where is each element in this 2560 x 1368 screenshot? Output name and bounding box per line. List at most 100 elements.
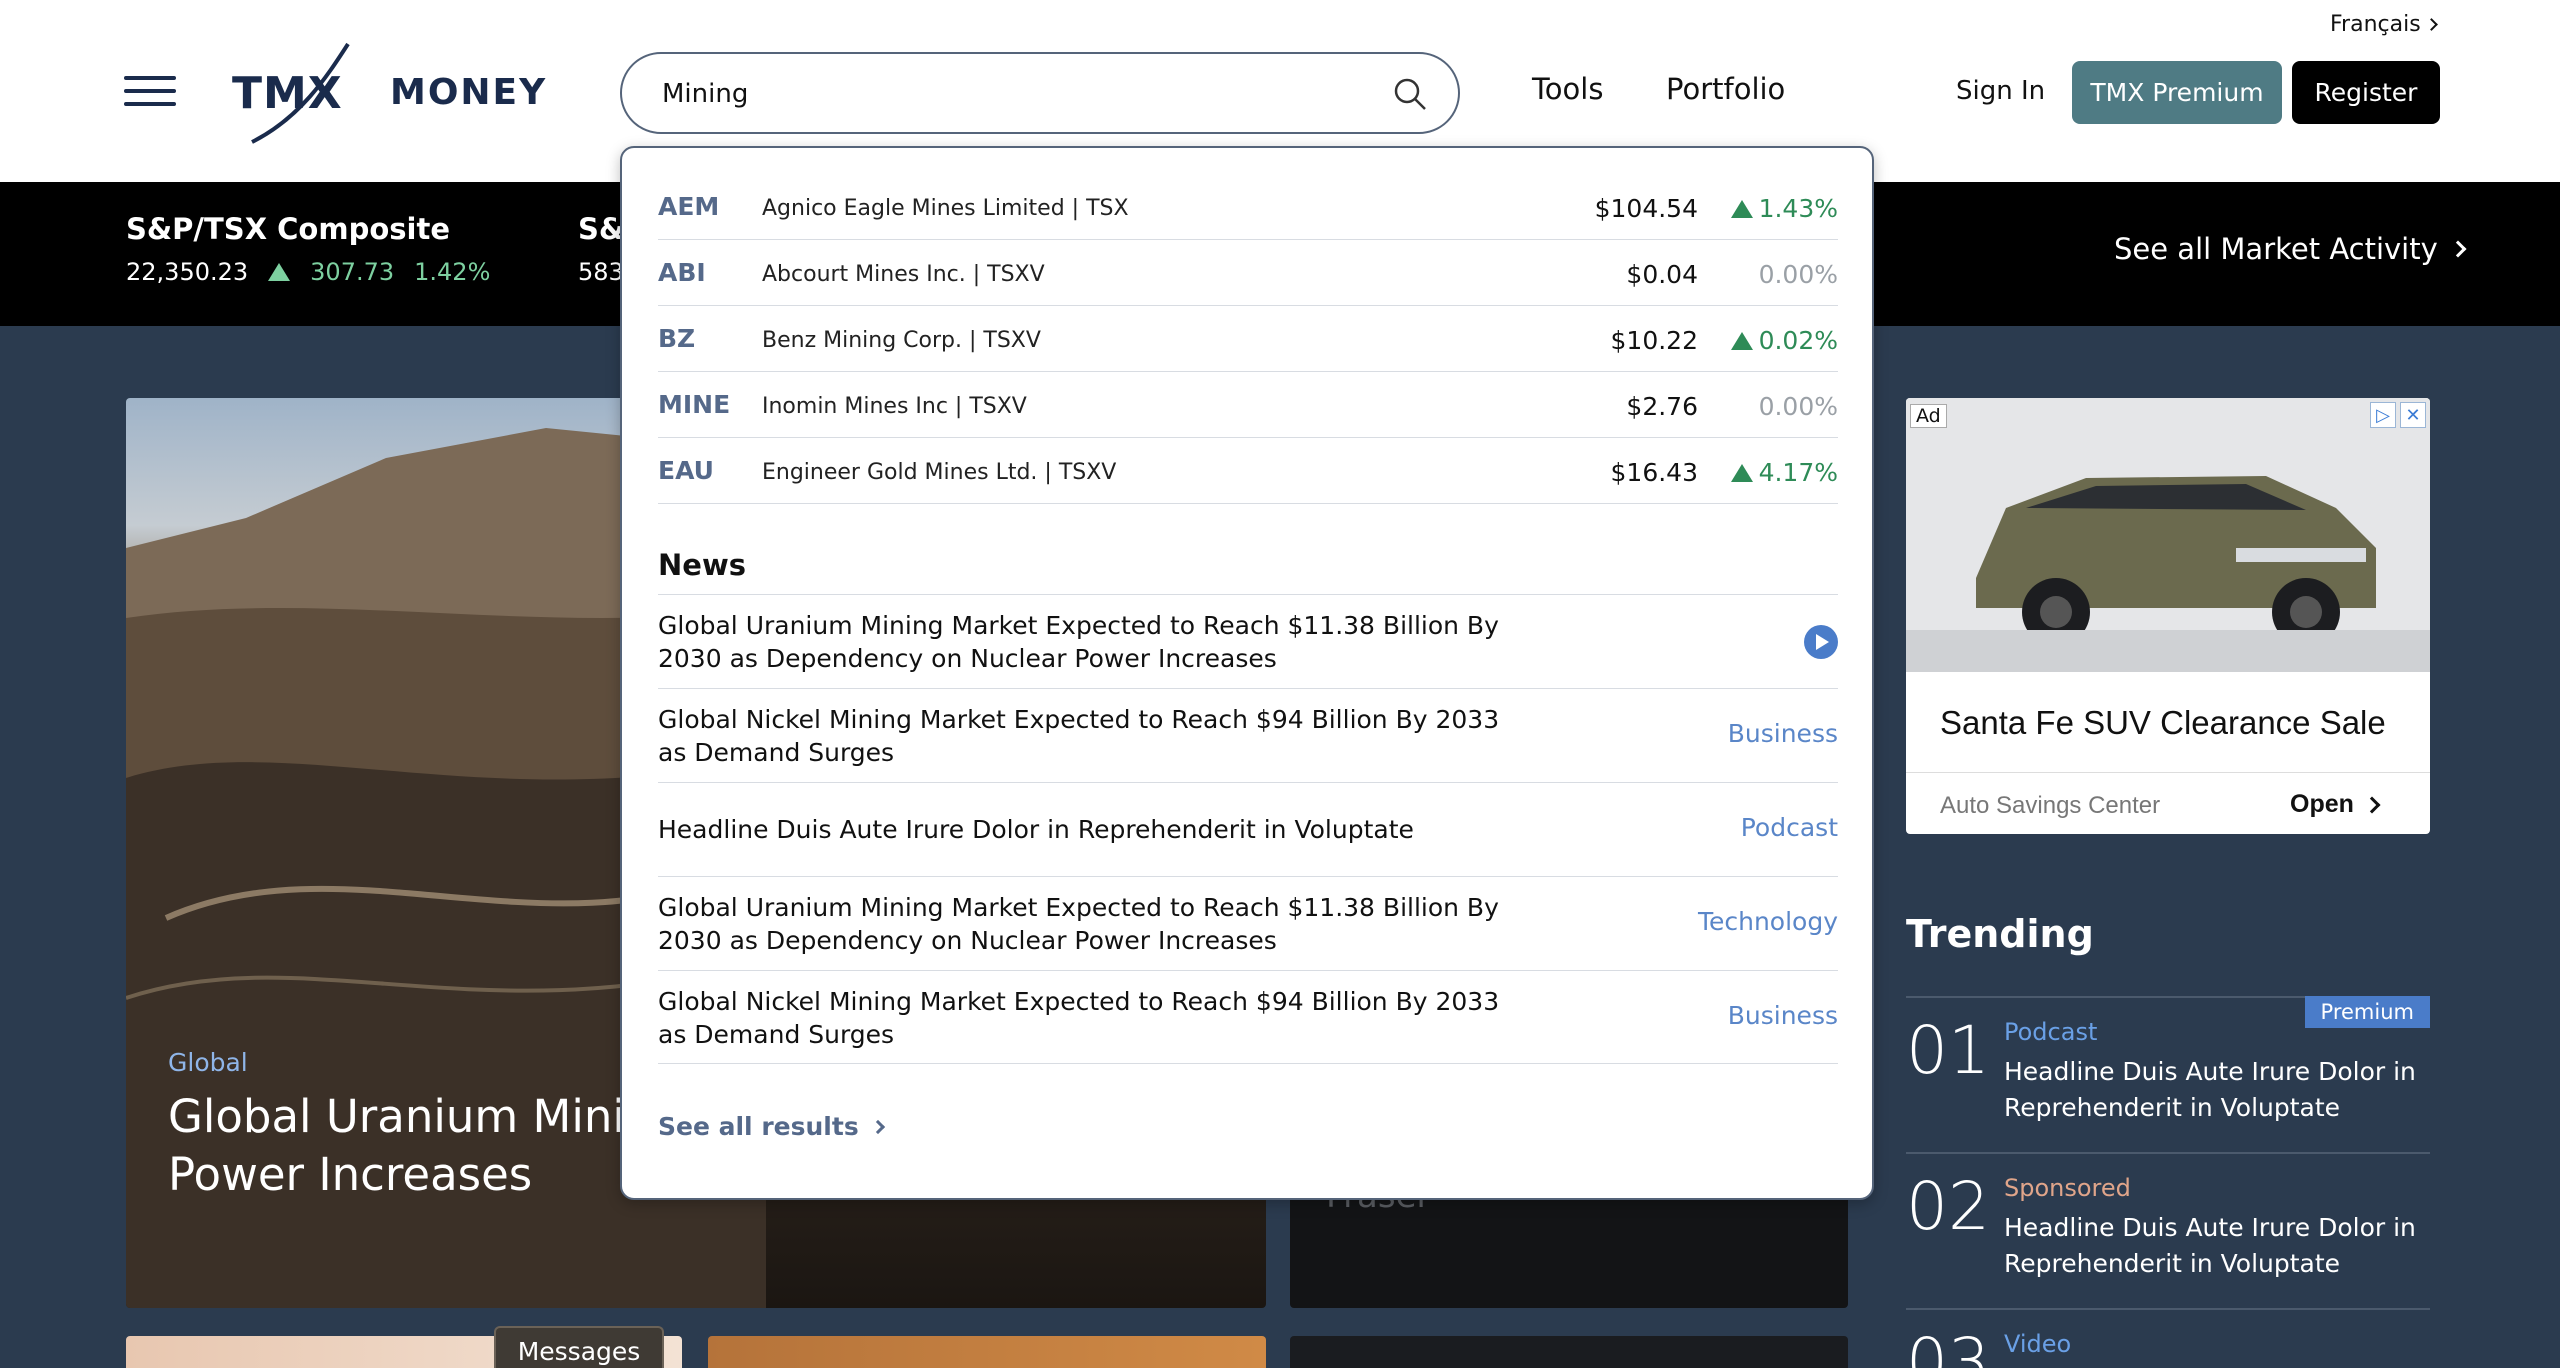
news-tag: Technology: [1697, 907, 1838, 936]
news-result-row[interactable]: Global Uranium Mining Market Expected to…: [658, 594, 1838, 688]
up-arrow-icon: [268, 263, 291, 281]
trending-rank: 03: [1906, 1324, 1990, 1368]
quote-symbol: AEM: [658, 192, 720, 221]
see-all-results-link[interactable]: See all results: [658, 1112, 885, 1141]
language-label: Français: [2330, 12, 2421, 37]
premium-badge: Premium: [2304, 996, 2430, 1028]
suv-image: [1906, 398, 2430, 672]
play-video-icon: [1804, 625, 1838, 659]
quote-change-value: 0.00%: [1758, 260, 1838, 289]
trending-category[interactable]: Video: [2004, 1330, 2071, 1358]
ad-headline[interactable]: Santa Fe SUV Clearance Sale: [1940, 704, 2386, 742]
quote-price: $104.54: [1594, 194, 1698, 223]
chevron-right-icon: [2424, 18, 2438, 31]
ad-image[interactable]: Ad ▷ ✕: [1906, 398, 2430, 672]
ad-badge: Ad: [1910, 404, 1947, 428]
quote-name: Engineer Gold Mines Ltd. | TSXV: [762, 460, 1117, 485]
news-tag: Business: [1727, 719, 1838, 748]
index-tsx-composite[interactable]: S&P/TSX Composite 22,350.23 307.73 1.42%: [126, 212, 490, 286]
close-icon[interactable]: ✕: [2400, 402, 2426, 428]
ad-advertiser: Auto Savings Center: [1940, 792, 2161, 819]
quote-result-row[interactable]: AEM Agnico Eagle Mines Limited | TSX $10…: [658, 174, 1838, 240]
advertisement[interactable]: Ad ▷ ✕ Santa Fe SUV Clearance Sale Auto …: [1906, 398, 2430, 834]
quote-price: $2.76: [1626, 392, 1698, 421]
quote-result-row[interactable]: ABI Abcourt Mines Inc. | TSXV $0.04 0.00…: [658, 240, 1838, 306]
quote-name: Abcourt Mines Inc. | TSXV: [762, 262, 1045, 287]
trending-heading: Trending: [1906, 912, 2094, 956]
search-suggestions-dropdown: AEM Agnico Eagle Mines Limited | TSX $10…: [620, 146, 1874, 1200]
index-change: 307.73: [310, 258, 395, 286]
quote-symbol: BZ: [658, 324, 696, 353]
news-title: Global Nickel Mining Market Expected to …: [658, 705, 1500, 767]
index-value: 583: [578, 258, 624, 286]
nav-tools[interactable]: Tools: [1532, 72, 1603, 106]
news-result-row[interactable]: Global Nickel Mining Market Expected to …: [658, 688, 1838, 782]
quote-price: $0.04: [1626, 260, 1698, 289]
search-input[interactable]: [662, 72, 1342, 116]
logo-money-text: MONEY: [390, 72, 548, 113]
quote-change: 0.02%: [1730, 326, 1838, 355]
ad-open-label: Open: [2290, 790, 2354, 818]
logo-tmx-text: TMX: [232, 68, 343, 119]
news-title: Headline Duis Aute Irure Dolor in Repreh…: [658, 815, 1414, 844]
quote-name: Inomin Mines Inc | TSXV: [762, 394, 1027, 419]
tmx-premium-button[interactable]: TMX Premium: [2072, 61, 2282, 124]
article-card-thumb[interactable]: [1290, 1336, 1848, 1368]
news-result-row[interactable]: Headline Duis Aute Irure Dolor in Repreh…: [658, 782, 1838, 876]
news-tag: Business: [1727, 1001, 1838, 1030]
quote-result-row[interactable]: EAU Engineer Gold Mines Ltd. | TSXV $16.…: [658, 438, 1838, 504]
search-box[interactable]: [620, 52, 1460, 134]
news-title: Global Nickel Mining Market Expected to …: [658, 987, 1500, 1049]
nav-portfolio[interactable]: Portfolio: [1666, 72, 1785, 106]
trending-category[interactable]: Podcast: [2004, 1018, 2097, 1046]
quote-change: 1.43%: [1730, 194, 1838, 223]
sign-in-link[interactable]: Sign In: [1956, 76, 2045, 106]
trending-title[interactable]: Headline Duis Aute Irure Dolor in Repreh…: [2004, 1210, 2424, 1282]
trending-item[interactable]: 02 Sponsored Headline Duis Aute Irure Do…: [1906, 1152, 2430, 1308]
index-value: 22,350.23: [126, 258, 249, 286]
quote-change: 0.00%: [1759, 260, 1838, 289]
adchoices-icon[interactable]: ▷: [2370, 402, 2396, 428]
up-arrow-icon: [1730, 463, 1753, 482]
quote-change: 4.17%: [1730, 458, 1838, 487]
trending-category[interactable]: Sponsored: [2004, 1174, 2131, 1202]
chevron-right-icon: [870, 1119, 885, 1134]
tmx-money-logo[interactable]: TMX MONEY: [230, 38, 545, 148]
news-result-row[interactable]: Global Nickel Mining Market Expected to …: [658, 970, 1838, 1064]
hamburger-menu-icon[interactable]: [124, 76, 176, 106]
see-all-market-activity-link[interactable]: See all Market Activity: [2114, 232, 2467, 266]
hero-category[interactable]: Global: [168, 1048, 248, 1077]
up-arrow-icon: [1730, 331, 1753, 350]
article-card-thumb[interactable]: [708, 1336, 1266, 1368]
ad-divider: [1906, 772, 2430, 773]
news-heading: News: [658, 548, 746, 582]
quote-change-value: 0.02%: [1758, 326, 1838, 355]
quote-change-value: 0.00%: [1758, 392, 1838, 421]
messages-tab[interactable]: Messages: [494, 1326, 664, 1368]
trending-rank: 01: [1906, 1012, 1990, 1089]
quote-result-row[interactable]: BZ Benz Mining Corp. | TSXV $10.22 0.02%: [658, 306, 1838, 372]
quote-result-row[interactable]: MINE Inomin Mines Inc | TSXV $2.76 0.00%: [658, 372, 1838, 438]
news-title: Global Uranium Mining Market Expected to…: [658, 893, 1499, 955]
news-title: Global Uranium Mining Market Expected to…: [658, 611, 1499, 673]
index-pct: 1.42%: [414, 258, 491, 286]
quote-change-value: 1.43%: [1758, 194, 1838, 223]
ad-open-button[interactable]: Open: [2290, 790, 2381, 819]
search-icon[interactable]: [1392, 76, 1428, 112]
quote-name: Benz Mining Corp. | TSXV: [762, 328, 1041, 353]
see-all-results-label: See all results: [658, 1112, 859, 1141]
quote-symbol: ABI: [658, 258, 706, 287]
trending-item[interactable]: 03 Video: [1906, 1308, 2430, 1368]
quote-symbol: MINE: [658, 390, 731, 419]
trending-title[interactable]: Headline Duis Aute Irure Dolor in Repreh…: [2004, 1054, 2424, 1126]
language-switch[interactable]: Français: [2330, 12, 2438, 37]
chevron-right-icon: [2363, 796, 2381, 813]
quote-name: Agnico Eagle Mines Limited | TSX: [762, 196, 1129, 221]
trending-item[interactable]: 01 Podcast Headline Duis Aute Irure Dolo…: [1906, 996, 2430, 1152]
quote-price: $10.22: [1610, 326, 1698, 355]
index-name: S&P/TSX Composite: [126, 212, 450, 246]
chevron-right-icon: [2449, 240, 2467, 258]
register-button[interactable]: Register: [2292, 61, 2440, 124]
news-result-row[interactable]: Global Uranium Mining Market Expected to…: [658, 876, 1838, 970]
see-all-market-label: See all Market Activity: [2114, 232, 2438, 266]
